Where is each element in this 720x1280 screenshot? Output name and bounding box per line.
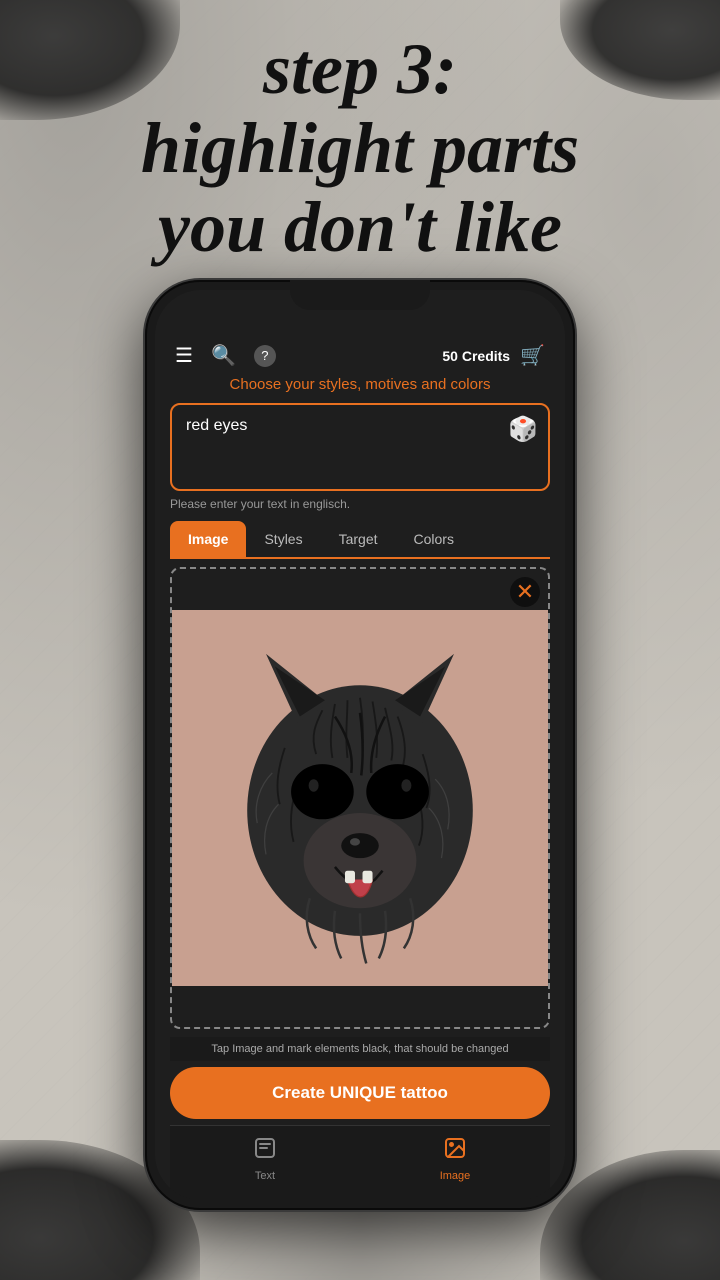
app-content: Choose your styles, motives and colors r…: [155, 376, 565, 1200]
header-right: 50 Credits 🛒: [442, 343, 545, 368]
help-icon[interactable]: ?: [254, 345, 276, 367]
text-nav-label: Text: [255, 1170, 275, 1182]
nav-item-text[interactable]: Text: [170, 1136, 360, 1182]
input-hint: Please enter your text in englisch.: [170, 497, 550, 511]
app-header: ☰ 🔍 ? 50 Credits 🛒: [155, 335, 565, 376]
text-input-container: red eyes 🎲: [170, 403, 550, 491]
create-tattoo-button[interactable]: Create UNIQUE tattoo: [170, 1067, 550, 1119]
tab-colors[interactable]: Colors: [396, 521, 472, 557]
bottom-navigation: Text Image: [170, 1125, 550, 1200]
prompt-input[interactable]: red eyes: [186, 417, 534, 472]
phone-screen: ☰ 🔍 ? 50 Credits 🛒 Choose your styles, m…: [155, 290, 565, 1200]
menu-icon[interactable]: ☰: [175, 343, 193, 368]
image-caption: Tap Image and mark elements black, that …: [170, 1037, 550, 1061]
text-nav-icon: [253, 1136, 277, 1166]
heading-text: step 3: highlight parts you don't like: [40, 30, 680, 268]
phone-notch: [290, 280, 430, 310]
image-inner: ✕: [172, 569, 548, 1027]
search-icon[interactable]: 🔍: [211, 343, 236, 368]
tab-bar: Image Styles Target Colors: [170, 521, 550, 559]
tab-image[interactable]: Image: [170, 521, 246, 557]
credits-display: 50 Credits: [442, 348, 510, 364]
image-nav-icon: [443, 1136, 467, 1166]
image-nav-label: Image: [440, 1170, 471, 1182]
cart-icon[interactable]: 🛒: [520, 343, 545, 368]
dice-button[interactable]: 🎲: [508, 415, 538, 444]
nav-item-image[interactable]: Image: [360, 1136, 550, 1182]
phone-mockup: ☰ 🔍 ? 50 Credits 🛒 Choose your styles, m…: [145, 280, 575, 1210]
tab-styles[interactable]: Styles: [246, 521, 320, 557]
header-left: ☰ 🔍 ?: [175, 343, 276, 368]
app-subtitle: Choose your styles, motives and colors: [170, 376, 550, 393]
close-image-button[interactable]: ✕: [510, 577, 540, 607]
phone-body: ☰ 🔍 ? 50 Credits 🛒 Choose your styles, m…: [145, 280, 575, 1210]
image-upload-area[interactable]: ✕: [170, 567, 550, 1029]
tab-target[interactable]: Target: [321, 521, 396, 557]
tattoo-image: [172, 569, 548, 1027]
heading: step 3: highlight parts you don't like: [0, 30, 720, 268]
